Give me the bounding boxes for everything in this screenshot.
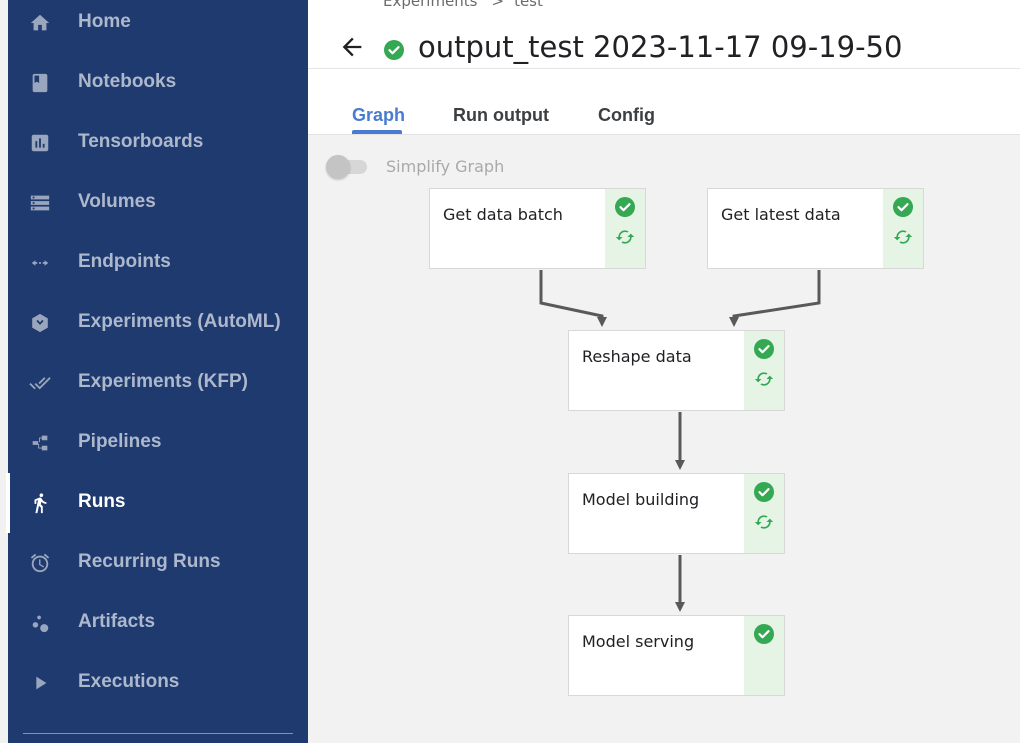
sidebar-item-label: Executions: [78, 671, 180, 692]
home-icon: [28, 11, 52, 35]
active-indicator: [6, 473, 10, 533]
breadcrumb: Experiments > test: [383, 0, 543, 10]
tab-run-output[interactable]: Run output: [453, 105, 549, 126]
arrow-back-icon: [342, 37, 362, 57]
check-circle-icon: [754, 624, 774, 644]
tab-bar: Graph Run output Config: [308, 89, 1020, 135]
node-label: Get data batch: [443, 205, 563, 224]
sidebar-divider: [23, 733, 293, 734]
check-circle-icon: [384, 40, 404, 60]
sidebar-item-pipelines[interactable]: Pipelines: [8, 413, 308, 473]
alarm-clock-icon: [28, 551, 52, 575]
storage-icon: [28, 191, 52, 215]
double-check-icon: [28, 371, 52, 395]
node-label: Model serving: [582, 632, 695, 651]
sidebar-item-runs[interactable]: Runs: [6, 473, 308, 533]
tab-graph[interactable]: Graph: [352, 105, 405, 126]
sidebar-item-tensorboards[interactable]: Tensorboards: [8, 113, 308, 173]
sidebar-item-home[interactable]: Home: [8, 0, 308, 53]
header-divider: [308, 68, 1020, 69]
node-status-panel: [883, 189, 923, 268]
node-status-panel: [744, 616, 784, 695]
node-status-panel: [744, 331, 784, 410]
sidebar-item-label: Experiments (AutoML): [78, 311, 281, 332]
node-label: Model building: [582, 490, 700, 509]
sidebar-item-experiments-kfp[interactable]: Experiments (KFP): [8, 353, 308, 413]
node-status-panel: [605, 189, 645, 268]
running-person-icon: [28, 491, 52, 515]
main-content: Experiments > test output_test 2023-11-17 …: [308, 0, 1020, 743]
sidebar-item-experiments-automl[interactable]: Experiments (AutoML): [8, 293, 308, 353]
pipeline-node-get-data-batch[interactable]: Get data batch: [429, 188, 646, 269]
cached-refresh-icon: [615, 230, 635, 244]
edge-get-data-batch-to-reshape: [539, 270, 607, 327]
back-button[interactable]: [338, 33, 366, 61]
chart-icon: [28, 131, 52, 155]
sidebar-item-label: Notebooks: [78, 71, 177, 92]
sidebar-item-label: Volumes: [78, 191, 156, 212]
sidebar-item-executions[interactable]: Executions: [8, 653, 308, 713]
play-arrow-icon: [28, 671, 52, 695]
notebook-icon: [28, 71, 52, 95]
sidebar-item-label: Home: [78, 11, 131, 32]
edge-get-latest-data-to-reshape: [729, 270, 821, 327]
sidebar: Home Notebooks Tensorboards Volumes Endp…: [6, 0, 308, 743]
pipeline-icon: [28, 431, 52, 455]
tab-config[interactable]: Config: [598, 105, 655, 126]
check-circle-icon: [615, 197, 635, 217]
check-circle-icon: [754, 339, 774, 359]
pipeline-node-get-latest-data[interactable]: Get latest data: [707, 188, 924, 269]
sidebar-item-label: Recurring Runs: [78, 551, 221, 572]
node-status-panel: [744, 474, 784, 553]
sidebar-item-artifacts[interactable]: Artifacts: [8, 593, 308, 653]
cached-refresh-icon: [754, 372, 774, 386]
sidebar-item-notebooks[interactable]: Notebooks: [8, 53, 308, 113]
pipeline-node-reshape-data[interactable]: Reshape data: [568, 330, 785, 411]
breadcrumb-experiments[interactable]: Experiments: [383, 0, 477, 10]
node-label: Get latest data: [721, 205, 841, 224]
check-circle-icon: [893, 197, 913, 217]
page-title: output_test 2023-11-17 09-19-50: [418, 30, 903, 64]
sidebar-item-volumes[interactable]: Volumes: [8, 173, 308, 233]
code-arrows-icon: [28, 251, 52, 275]
bubbles-icon: [28, 611, 52, 635]
automl-icon: [28, 311, 52, 335]
sidebar-item-endpoints[interactable]: Endpoints: [8, 233, 308, 293]
sidebar-item-label: Experiments (KFP): [78, 371, 248, 392]
pipeline-node-model-serving[interactable]: Model serving: [568, 615, 785, 696]
active-tab-indicator: [352, 130, 402, 134]
breadcrumb-separator: >: [491, 0, 505, 10]
sidebar-item-label: Pipelines: [78, 431, 162, 452]
window-edge: [0, 0, 8, 743]
cached-refresh-icon: [893, 230, 913, 244]
breadcrumb-experiment-test[interactable]: test: [514, 0, 543, 10]
sidebar-item-label: Artifacts: [78, 611, 156, 632]
sidebar-item-label: Runs: [78, 491, 126, 512]
graph-canvas: Simplify Graph Get data batch Get latest…: [308, 135, 1020, 743]
check-circle-icon: [754, 482, 774, 502]
node-label: Reshape data: [582, 347, 692, 366]
cached-refresh-icon: [754, 515, 774, 529]
sidebar-item-recurring-runs[interactable]: Recurring Runs: [8, 533, 308, 593]
pipeline-node-model-building[interactable]: Model building: [568, 473, 785, 554]
sidebar-item-label: Tensorboards: [78, 131, 204, 152]
sidebar-item-label: Endpoints: [78, 251, 171, 272]
